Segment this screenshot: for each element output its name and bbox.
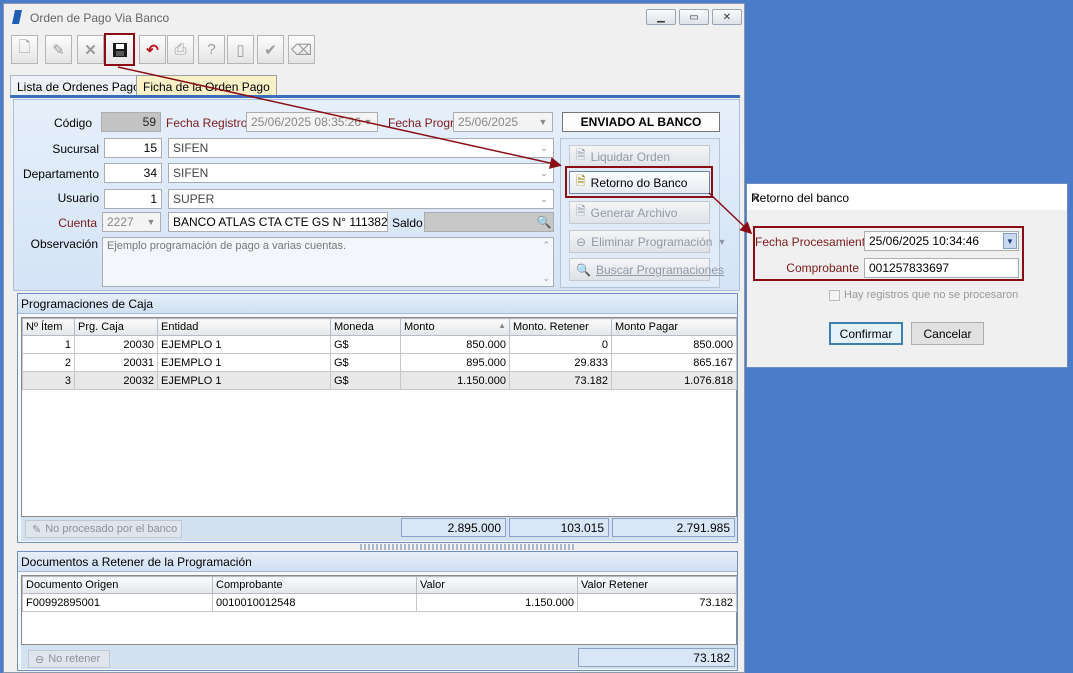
annotation-arrows — [117, 66, 753, 235]
arrow-save-to-retorno — [117, 66, 562, 169]
arrow-retorno-to-dialog — [708, 192, 753, 235]
